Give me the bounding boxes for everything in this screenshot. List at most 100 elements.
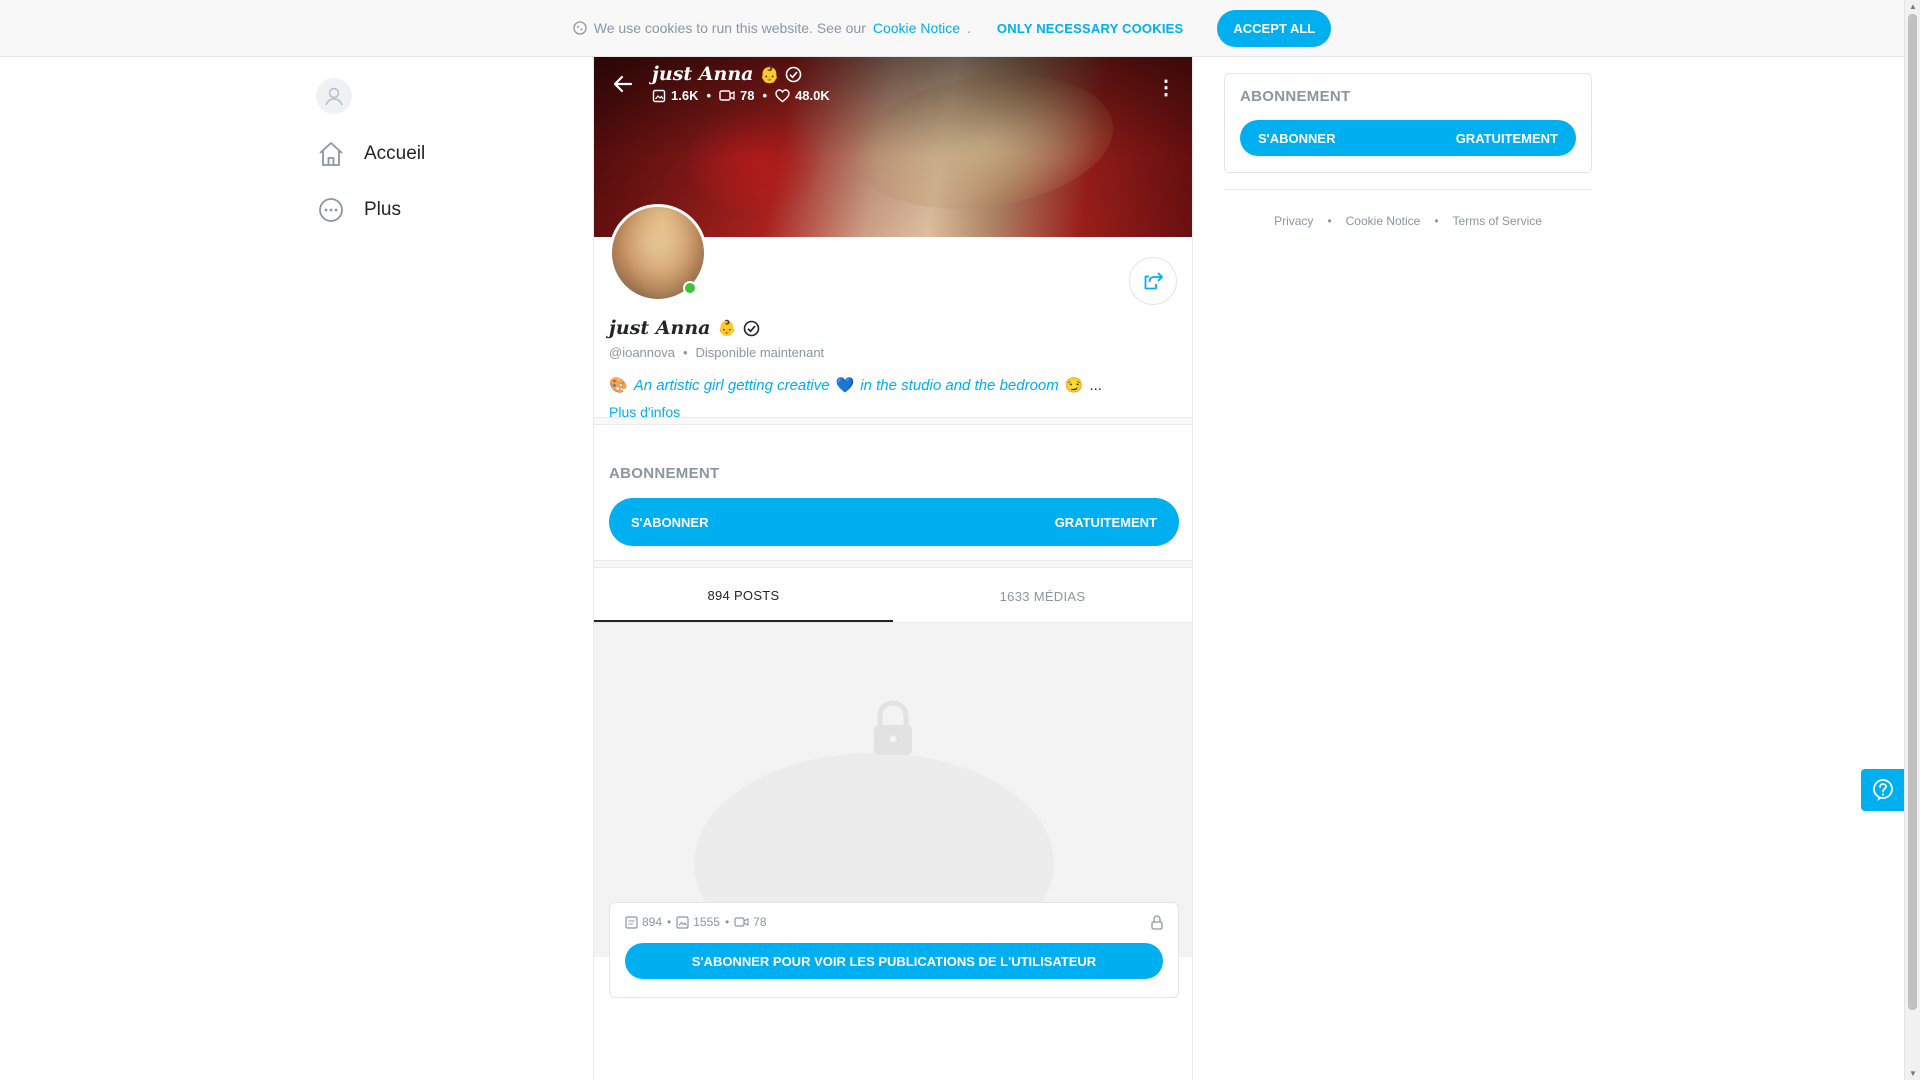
- banner-stats: 1.6K • 78 • 48.0K: [652, 88, 830, 103]
- banner-name-emoji: 👶: [759, 64, 780, 84]
- subscription-title: ABONNEMENT: [1240, 88, 1351, 105]
- subscribe-label: S'ABONNER: [631, 514, 709, 530]
- section-divider: [594, 417, 1192, 425]
- post-icon: [625, 915, 638, 929]
- video-icon: [719, 90, 735, 101]
- home-icon: [319, 142, 343, 166]
- cookie-period: .: [967, 20, 971, 36]
- subscription-section: ABONNEMENT S'ABONNER GRATUITEMENT: [609, 465, 1179, 546]
- bio-text: An artistic girl getting creative: [633, 376, 830, 394]
- subscription-card: ABONNEMENT S'ABONNER GRATUITEMENT: [1224, 73, 1592, 173]
- cookie-notice-footer-link[interactable]: Cookie Notice: [1346, 214, 1421, 228]
- profile-handle-line: @ioannova • Disponible maintenant: [609, 345, 1179, 360]
- stat-dot: •: [724, 915, 730, 929]
- footer-separator: •: [1327, 214, 1332, 228]
- photo-icon: [652, 89, 666, 102]
- right-divider: [1224, 189, 1592, 190]
- heart-icon: [775, 88, 790, 102]
- likes-count: 48.0K: [795, 88, 830, 103]
- subscription-title: ABONNEMENT: [609, 465, 720, 482]
- lock-icon: [874, 700, 912, 755]
- subscribe-to-see-posts-button[interactable]: S'ABONNER POUR VOIR LES PUBLICATIONS DE …: [625, 943, 1163, 979]
- profile-name-text: just Anna: [609, 317, 711, 339]
- more-options-icon[interactable]: ⋮: [1156, 75, 1176, 100]
- sidebar-item-label: Accueil: [364, 143, 426, 164]
- banner-header: just Anna 👶 1.6K • 78 • 48.0K ⋮: [612, 63, 1176, 103]
- left-sidebar: Accueil Plus: [316, 78, 576, 238]
- stat-dot: •: [667, 915, 672, 929]
- share-button[interactable]: [1129, 257, 1177, 305]
- verified-icon: [786, 66, 802, 82]
- tab-posts[interactable]: 894 POSTS: [594, 570, 893, 622]
- accept-all-cookies-button[interactable]: ACCEPT ALL: [1217, 9, 1332, 47]
- sidebar-item-label: Plus: [364, 199, 401, 220]
- banner-name-text: just Anna: [652, 63, 754, 85]
- lock-icon: [1151, 915, 1163, 930]
- online-status-indicator: [683, 281, 697, 295]
- user-avatar[interactable]: [316, 78, 352, 114]
- help-icon: [1872, 779, 1893, 801]
- footer-links: Privacy • Cookie Notice • Terms of Servi…: [1224, 214, 1592, 228]
- banner-photos-stat: 1.6K: [652, 88, 698, 103]
- help-button[interactable]: [1861, 769, 1904, 811]
- cookie-text: We use cookies to run this website. See …: [593, 20, 866, 36]
- sidebar-item-home[interactable]: Accueil: [316, 126, 576, 182]
- only-necessary-cookies-button[interactable]: ONLY NECESSARY COOKIES: [997, 21, 1183, 36]
- terms-of-service-link[interactable]: Terms of Service: [1453, 214, 1542, 228]
- locked-videos-count: 78: [753, 915, 767, 929]
- locked-photos-stat: 1555: [676, 915, 720, 929]
- video-icon: [734, 917, 749, 927]
- banner-name: just Anna 👶: [652, 63, 830, 85]
- subscribe-button[interactable]: S'ABONNER GRATUITEMENT: [609, 498, 1179, 546]
- right-sidebar: ABONNEMENT S'ABONNER GRATUITEMENT Privac…: [1224, 73, 1592, 228]
- page-scrollbar[interactable]: ▲ ▼: [1904, 0, 1920, 1080]
- section-divider: [594, 560, 1192, 568]
- profile-column: just Anna 👶 1.6K • 78 • 48.0K ⋮ just Ann…: [593, 57, 1193, 1080]
- profile-handle: @ioannova: [609, 345, 675, 360]
- bio-text: in the studio and the bedroom: [860, 376, 1059, 394]
- locked-videos-stat: 78: [734, 915, 767, 929]
- privacy-link[interactable]: Privacy: [1274, 214, 1313, 228]
- bio-emoji: 💙: [835, 377, 855, 394]
- footer-separator: •: [1434, 214, 1439, 228]
- photos-count: 1.6K: [671, 88, 699, 103]
- profile-name-emoji: 👶: [717, 319, 737, 337]
- subscribe-label: S'ABONNER: [1258, 130, 1336, 146]
- locked-photos-count: 1555: [693, 915, 720, 929]
- scrollbar-thumb[interactable]: [1908, 14, 1917, 1010]
- cookie-banner: We use cookies to run this website. See …: [0, 0, 1904, 57]
- locked-posts-count: 894: [642, 915, 663, 929]
- subscribe-price-label: GRATUITEMENT: [1054, 514, 1157, 530]
- locked-posts-card: 894 • 1555 • 78 S'ABONNER POUR VOIR LES …: [609, 902, 1179, 998]
- stat-dot: •: [706, 88, 712, 103]
- share-icon: [1144, 272, 1163, 290]
- subscribe-button[interactable]: S'ABONNER GRATUITEMENT: [1240, 120, 1576, 156]
- sidebar-item-more[interactable]: Plus: [316, 182, 576, 238]
- stat-dot: •: [762, 88, 768, 103]
- profile-info: just Anna 👶 @ioannova • Disponible maint…: [609, 317, 1179, 420]
- verified-icon: [743, 320, 760, 336]
- cookie-icon: [573, 21, 587, 35]
- bio-ellipsis: ...: [1089, 376, 1102, 394]
- cookie-message: We use cookies to run this website. See …: [573, 20, 971, 36]
- banner-videos-stat: 78: [719, 88, 755, 103]
- photo-icon: [676, 915, 689, 929]
- more-icon: [319, 198, 343, 222]
- profile-bio: 🎨 An artistic girl getting creative 💙 in…: [609, 376, 1179, 395]
- profile-name: just Anna 👶: [609, 317, 1179, 339]
- banner-title-block: just Anna 👶 1.6K • 78 • 48.0K: [652, 63, 830, 103]
- user-icon: [325, 87, 343, 106]
- availability-status: Disponible maintenant: [695, 345, 825, 360]
- scroll-down-arrow-icon[interactable]: ▼: [1909, 1069, 1917, 1078]
- locked-posts-stat: 894: [625, 915, 662, 929]
- locked-stats: 894 • 1555 • 78: [625, 915, 1163, 929]
- videos-count: 78: [740, 88, 755, 103]
- handle-separator: •: [682, 345, 688, 360]
- back-arrow-icon[interactable]: [612, 75, 634, 93]
- scroll-up-arrow-icon[interactable]: ▲: [1909, 2, 1917, 11]
- subscribe-price-label: GRATUITEMENT: [1455, 130, 1558, 146]
- banner-likes-stat: 48.0K: [775, 88, 830, 103]
- tab-media[interactable]: 1633 MÉDIAS: [893, 570, 1192, 622]
- cookie-notice-link[interactable]: Cookie Notice: [873, 20, 960, 36]
- bio-emoji: 😏: [1064, 377, 1084, 394]
